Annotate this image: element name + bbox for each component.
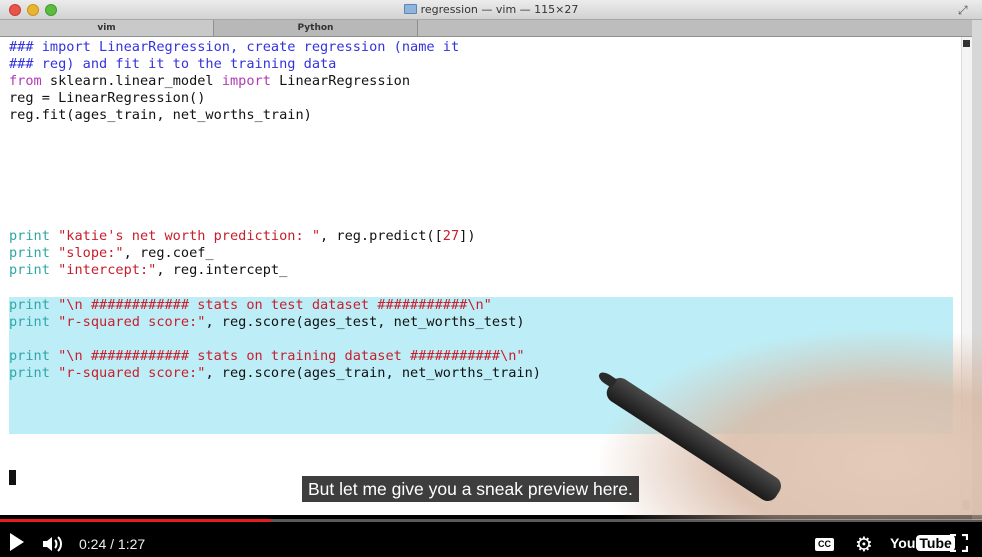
scrollbar-thumb[interactable] bbox=[963, 40, 970, 47]
keyword-print: print bbox=[9, 297, 50, 313]
code-line-3: from sklearn.linear_model import LinearR… bbox=[9, 73, 410, 90]
string-literal: "katie's net worth prediction: " bbox=[58, 228, 321, 244]
vim-cursor bbox=[9, 470, 16, 485]
progress-played bbox=[0, 519, 272, 522]
code-line-2: ### reg) and fit it to the training data bbox=[9, 56, 336, 73]
code-line-11: print "\n ############ stats on training… bbox=[9, 348, 525, 365]
code-line-7: print "slope:", reg.coef_ bbox=[9, 245, 214, 262]
code-line-8: print "intercept:", reg.intercept_ bbox=[9, 262, 287, 279]
code-line-12: print "r-squared score:", reg.score(ages… bbox=[9, 365, 541, 382]
settings-gear-icon[interactable]: ⚙ bbox=[855, 533, 873, 555]
string-literal: "slope:" bbox=[58, 245, 124, 261]
code-text: , reg.predict([ bbox=[320, 228, 443, 244]
window-title-wrap: regression — vim — 115×27 bbox=[0, 3, 982, 16]
code-text: ]) bbox=[459, 228, 476, 244]
folder-icon bbox=[403, 4, 417, 14]
closed-captions-icon[interactable]: CC bbox=[815, 538, 834, 551]
keyword-print: print bbox=[9, 314, 50, 330]
tab-python[interactable]: Python bbox=[214, 20, 418, 36]
keyword-import: import bbox=[221, 73, 271, 89]
comment-text: ### reg) and fit it to the training data bbox=[9, 56, 337, 72]
code-line-1: ### import LinearRegression, create regr… bbox=[9, 39, 459, 56]
comment-text: ### import LinearRegression, create regr… bbox=[9, 39, 460, 55]
code-text: , reg.score(ages_test, net_worths_test) bbox=[205, 314, 525, 330]
code-text: reg.fit(ages_train, net_worths_train) bbox=[9, 107, 312, 123]
youtube-logo[interactable]: You Tube bbox=[890, 535, 955, 553]
scrollbar-bottom-marker bbox=[963, 500, 970, 510]
keyword-from: from bbox=[9, 73, 42, 89]
module-name: sklearn.linear_model bbox=[41, 73, 222, 89]
code-line-10: print "r-squared score:", reg.score(ages… bbox=[9, 314, 525, 331]
logo-you-text: You bbox=[890, 535, 916, 551]
window-right-frame bbox=[972, 20, 982, 520]
time-display: 0:24 / 1:27 bbox=[79, 536, 146, 552]
code-line-5: reg.fit(ages_train, net_worths_train) bbox=[9, 107, 312, 124]
keyword-print: print bbox=[9, 262, 50, 278]
code-line-6: print "katie's net worth prediction: ", … bbox=[9, 228, 476, 245]
window-title: regression — vim — 115×27 bbox=[420, 3, 579, 16]
code-line-9: print "\n ############ stats on test dat… bbox=[9, 297, 492, 314]
keyword-print: print bbox=[9, 348, 50, 364]
code-line-4: reg = LinearRegression() bbox=[9, 90, 205, 107]
window-titlebar: regression — vim — 115×27 ⤢ bbox=[0, 0, 982, 20]
play-icon[interactable] bbox=[10, 533, 24, 551]
number-literal: 27 bbox=[442, 228, 460, 244]
volume-icon[interactable] bbox=[42, 535, 64, 557]
string-literal: "\n ############ stats on test dataset #… bbox=[58, 297, 492, 313]
string-literal: "\n ############ stats on training datas… bbox=[58, 348, 525, 364]
terminal-tab-bar: vim Python bbox=[0, 20, 982, 37]
keyword-print: print bbox=[9, 365, 50, 381]
code-text: , reg.coef_ bbox=[123, 245, 214, 261]
editor-scrollbar[interactable] bbox=[961, 37, 972, 515]
string-literal: "intercept:" bbox=[58, 262, 157, 278]
code-text: reg = LinearRegression() bbox=[9, 90, 206, 106]
tab-vim[interactable]: vim bbox=[0, 20, 214, 36]
code-text: , reg.score(ages_train, net_worths_train… bbox=[205, 365, 541, 381]
keyword-print: print bbox=[9, 245, 50, 261]
string-literal: "r-squared score:" bbox=[58, 314, 206, 330]
code-text: , reg.intercept_ bbox=[156, 262, 288, 278]
fullscreen-arrows-icon[interactable]: ⤢ bbox=[958, 3, 972, 17]
fullscreen-icon[interactable] bbox=[949, 533, 969, 553]
subtitle-caption: But let me give you a sneak preview here… bbox=[302, 476, 639, 502]
string-literal: "r-squared score:" bbox=[58, 365, 206, 381]
class-name: LinearRegression bbox=[270, 73, 411, 89]
keyword-print: print bbox=[9, 228, 50, 244]
